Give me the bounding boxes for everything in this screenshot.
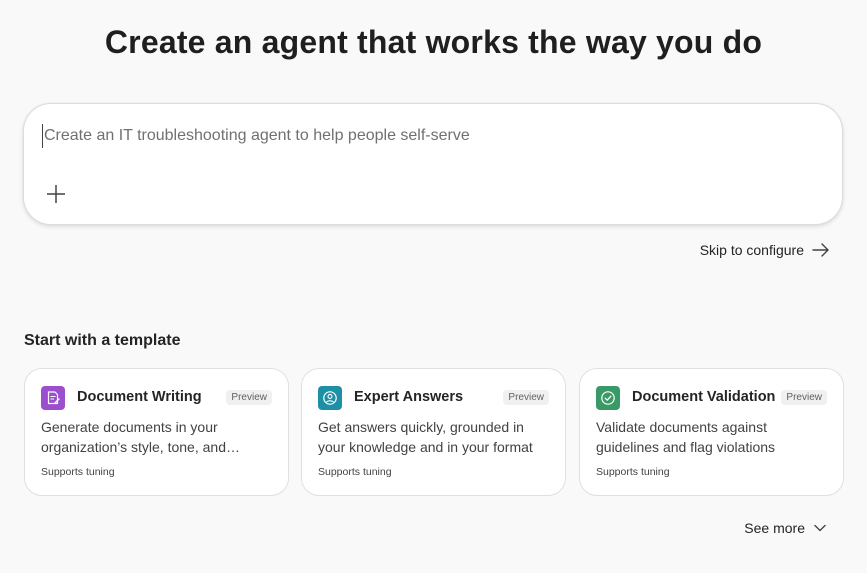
document-edit-icon <box>41 386 65 410</box>
card-description: Validate documents against guidelines an… <box>596 419 776 455</box>
templates-heading: Start with a template <box>24 332 181 349</box>
card-tag: Supports tuning <box>318 466 392 478</box>
skip-to-configure-link[interactable]: Skip to configure <box>700 240 830 260</box>
check-circle-icon <box>596 386 620 410</box>
arrow-right-icon <box>812 243 829 257</box>
card-title: Document Validation <box>632 389 776 405</box>
prompt-box <box>23 103 843 225</box>
card-title: Document Writing <box>77 389 202 405</box>
add-button[interactable] <box>42 180 70 208</box>
card-title: Expert Answers <box>354 389 464 405</box>
preview-badge: Preview <box>226 390 272 405</box>
template-card-document-writing[interactable]: Document Writing Preview Generate docume… <box>24 368 289 496</box>
preview-badge: Preview <box>781 390 827 405</box>
template-cards: Document Writing Preview Generate docume… <box>24 368 844 496</box>
agent-creation-page: Create an agent that works the way you d… <box>0 0 867 573</box>
template-card-document-validation[interactable]: Document Validation Preview Validate doc… <box>579 368 844 496</box>
page-title: Create an agent that works the way you d… <box>104 24 763 60</box>
card-description: Get answers quickly, grounded in your kn… <box>318 419 533 455</box>
see-more-label: See more <box>744 520 805 536</box>
chevron-down-icon <box>814 524 826 532</box>
person-circle-icon <box>318 386 342 410</box>
prompt-input[interactable] <box>42 124 822 148</box>
plus-icon <box>47 185 65 203</box>
card-tag: Supports tuning <box>41 466 115 478</box>
card-description: Generate documents in your organization’… <box>41 419 240 455</box>
see-more-button[interactable]: See more <box>744 518 827 538</box>
card-tag: Supports tuning <box>596 466 670 478</box>
preview-badge: Preview <box>503 390 549 405</box>
skip-to-configure-label: Skip to configure <box>699 242 804 258</box>
template-card-expert-answers[interactable]: Expert Answers Preview Get answers quick… <box>301 368 566 496</box>
